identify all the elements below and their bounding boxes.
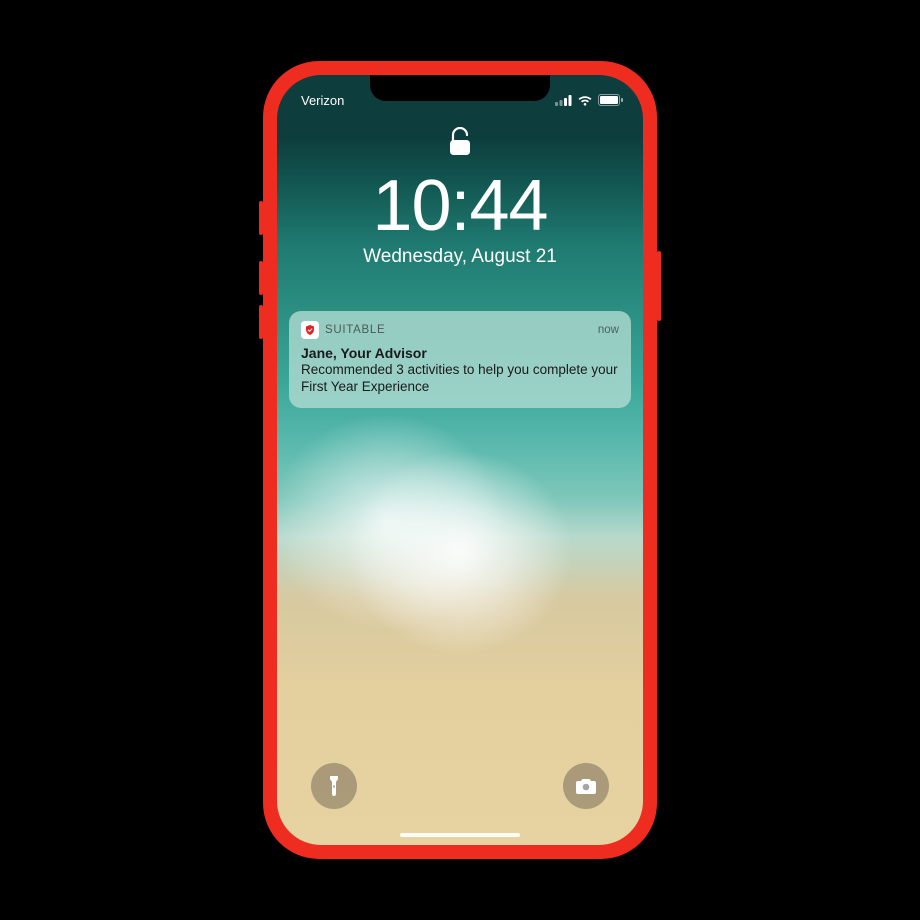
lock-screen: Verizon (277, 75, 643, 845)
flashlight-icon (325, 774, 343, 798)
notification-app-name: SUITABLE (325, 324, 385, 336)
app-icon (301, 321, 319, 339)
notification-body: Recommended 3 activities to help you com… (301, 362, 619, 396)
notification-timestamp: now (598, 324, 619, 336)
quick-actions (277, 763, 643, 809)
status-icons (555, 94, 623, 106)
lock-screen-header: 10:44 Wednesday, August 21 (277, 127, 643, 268)
wifi-icon (577, 94, 593, 106)
camera-icon (575, 777, 597, 795)
notification-title: Jane, Your Advisor (301, 345, 619, 361)
phone-case: Verizon (263, 61, 657, 859)
battery-icon (598, 94, 623, 106)
display-notch (370, 75, 550, 101)
notification-header: SUITABLE now (301, 321, 619, 339)
camera-button[interactable] (563, 763, 609, 809)
notification-card[interactable]: SUITABLE now Jane, Your Advisor Recommen… (289, 311, 631, 408)
home-indicator[interactable] (400, 833, 520, 837)
carrier-label: Verizon (301, 93, 344, 108)
flashlight-button[interactable] (311, 763, 357, 809)
lock-date: Wednesday, August 21 (277, 246, 643, 268)
lock-time: 10:44 (277, 170, 643, 242)
cellular-signal-icon (555, 95, 572, 106)
unlock-icon (449, 127, 471, 162)
